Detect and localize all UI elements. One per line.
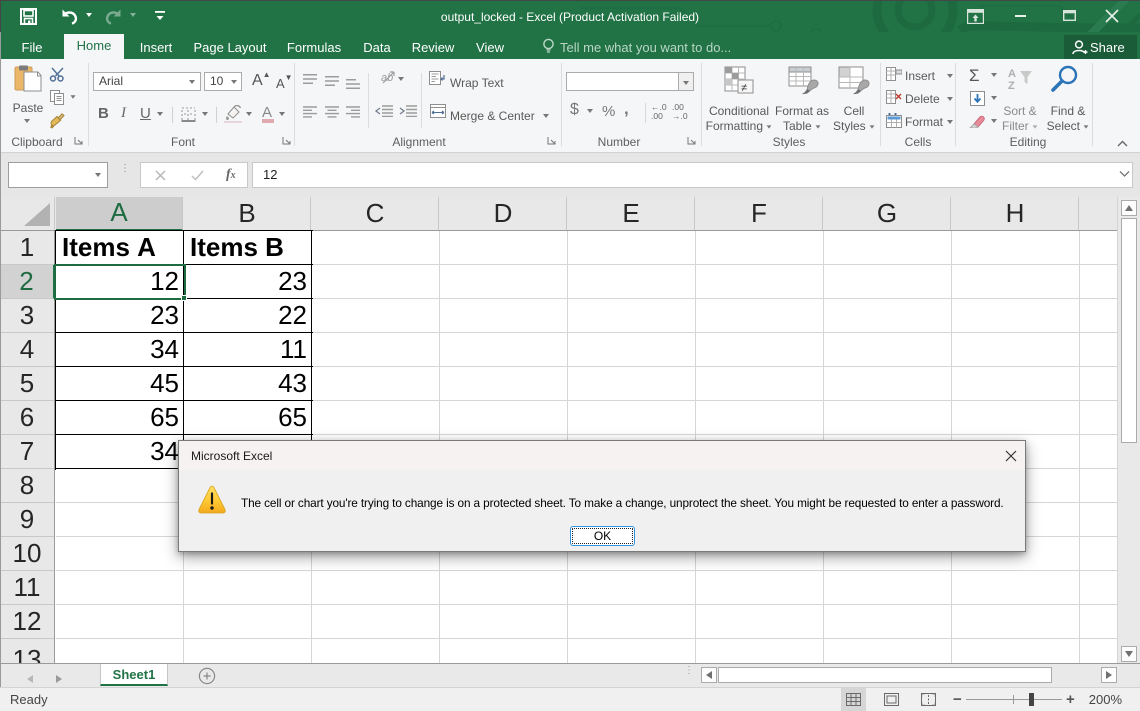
svg-text:A: A [1008, 68, 1016, 80]
svg-text:≠: ≠ [741, 82, 747, 94]
svg-text:Z: Z [1008, 80, 1015, 92]
